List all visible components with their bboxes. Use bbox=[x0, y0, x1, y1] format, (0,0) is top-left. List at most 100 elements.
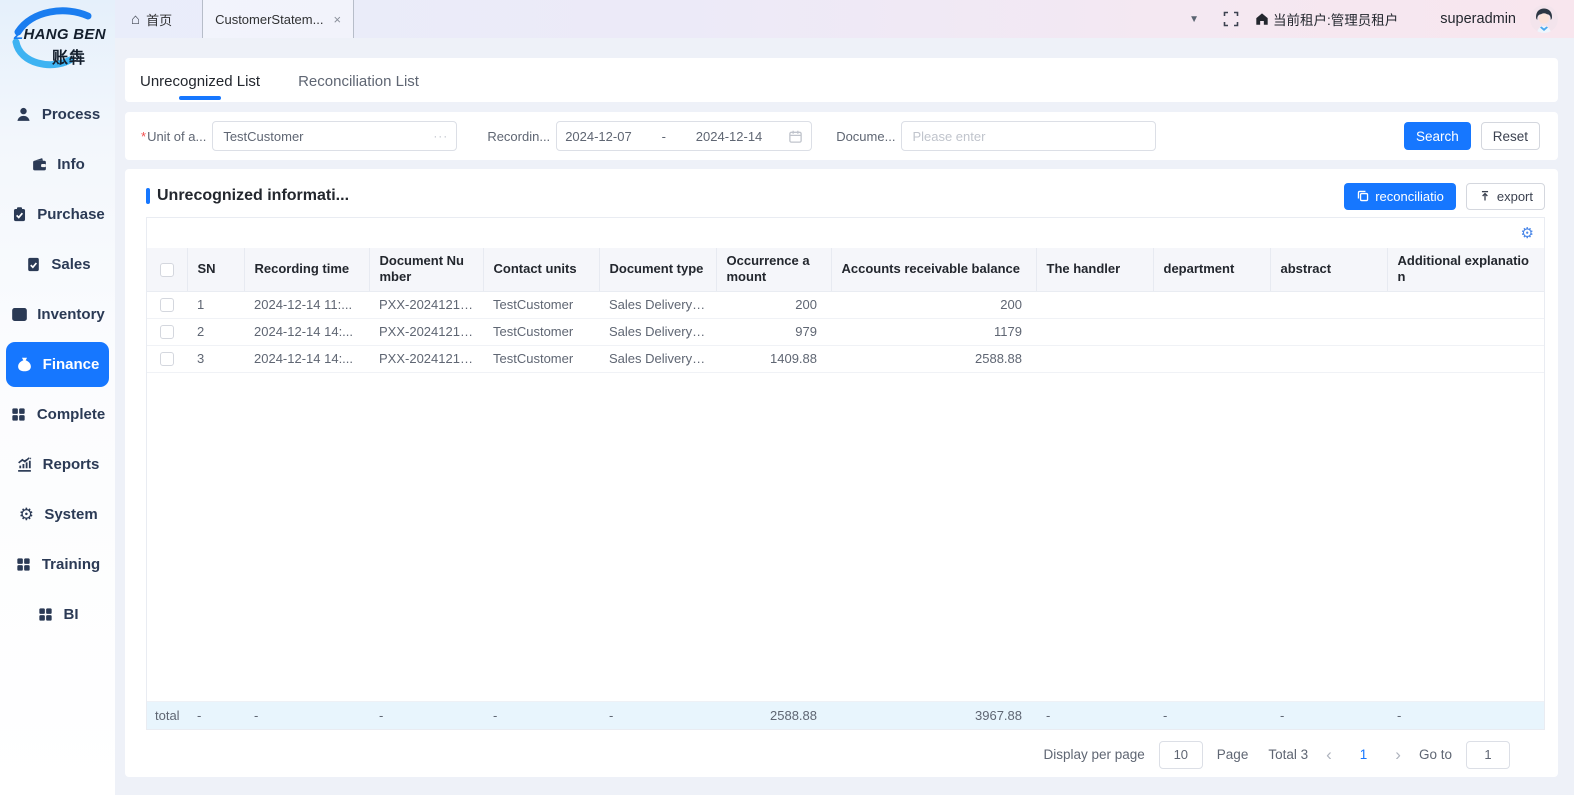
total-sn: - bbox=[187, 701, 244, 729]
cell-additional bbox=[1387, 345, 1544, 372]
cell-recording_time: 2024-12-14 14:... bbox=[244, 318, 369, 345]
table-row[interactable]: 22024-12-14 14:...PXX-20241214-...TestCu… bbox=[147, 318, 1544, 345]
sidebar-item-system[interactable]: ⚙System bbox=[6, 492, 109, 537]
cell-handler bbox=[1036, 345, 1153, 372]
sidebar-item-training[interactable]: Training bbox=[6, 542, 109, 587]
cell-abstract bbox=[1270, 345, 1387, 372]
unrecognized-panel: Unrecognized informati... reconciliatio bbox=[125, 169, 1558, 777]
page-size-input[interactable] bbox=[1159, 741, 1203, 769]
date-range-picker[interactable]: 2024-12-07 - 2024-12-14 bbox=[556, 121, 812, 151]
unit-select[interactable]: ··· bbox=[212, 121, 457, 151]
sidebar-item-label: Sales bbox=[51, 256, 90, 273]
recording-filter-label: Recordin... bbox=[487, 129, 550, 144]
username[interactable]: superadmin bbox=[1440, 11, 1516, 27]
column-header: department bbox=[1153, 248, 1270, 291]
sidebar-item-reports[interactable]: Reports bbox=[6, 442, 109, 487]
table-settings-gear-icon[interactable]: ⚙ bbox=[1521, 226, 1534, 241]
ellipsis-icon[interactable]: ··· bbox=[433, 129, 448, 143]
sidebar-item-purchase[interactable]: Purchase bbox=[6, 192, 109, 237]
row-select-cell bbox=[147, 345, 187, 372]
total-handler: - bbox=[1036, 701, 1153, 729]
cell-contact_units: TestCustomer bbox=[483, 318, 599, 345]
total-label: total bbox=[147, 701, 187, 729]
cell-recording_time: 2024-12-14 14:... bbox=[244, 345, 369, 372]
cell-handler bbox=[1036, 318, 1153, 345]
total-row: total-----2588.883967.88---- bbox=[147, 701, 1544, 730]
select-all-checkbox[interactable] bbox=[160, 263, 174, 277]
cell-occurrence_amount: 200 bbox=[716, 291, 831, 318]
cell-department bbox=[1153, 318, 1270, 345]
row-checkbox[interactable] bbox=[160, 325, 174, 339]
sidebar-item-label: BI bbox=[64, 606, 79, 623]
document-filter-label: Docume... bbox=[836, 129, 895, 144]
gear-icon: ⚙ bbox=[17, 506, 35, 524]
grid-icon bbox=[10, 406, 28, 424]
total-contact_units: - bbox=[483, 701, 599, 729]
column-header: abstract bbox=[1270, 248, 1387, 291]
export-icon bbox=[1478, 189, 1492, 203]
chevron-down-icon[interactable]: ▼ bbox=[1189, 14, 1199, 25]
row-checkbox[interactable] bbox=[160, 352, 174, 366]
row-checkbox[interactable] bbox=[160, 298, 174, 312]
total-occurrence_amount: 2588.88 bbox=[716, 701, 831, 729]
sidebar-item-finance[interactable]: Finance bbox=[6, 342, 109, 387]
cell-department bbox=[1153, 345, 1270, 372]
sidebar-item-sales[interactable]: Sales bbox=[6, 242, 109, 287]
column-header: Occurrence amount bbox=[716, 248, 831, 291]
cell-document_number: PXX-20241214-... bbox=[369, 345, 483, 372]
date-from[interactable]: 2024-12-07 bbox=[565, 129, 632, 144]
sidebar-item-inventory[interactable]: Inventory bbox=[6, 292, 109, 337]
avatar[interactable] bbox=[1530, 5, 1558, 33]
cell-abstract bbox=[1270, 318, 1387, 345]
search-button[interactable]: Search bbox=[1404, 122, 1471, 150]
topbar-right: ▼ 当前租户:管理员租户 superadmin bbox=[1189, 5, 1574, 33]
display-per-page-label: Display per page bbox=[1043, 747, 1144, 762]
unit-input[interactable] bbox=[221, 128, 433, 145]
page-label: Page bbox=[1217, 747, 1249, 762]
logo-text-cn: 账犇 bbox=[52, 44, 86, 68]
cell-document_type: Sales Delivery List bbox=[599, 291, 716, 318]
breadcrumb-home[interactable]: ⌂ 首页 bbox=[131, 10, 172, 29]
tab-unrecognized-list[interactable]: Unrecognized List bbox=[140, 73, 260, 102]
open-tab-label: CustomerStatem... bbox=[215, 12, 323, 27]
date-to[interactable]: 2024-12-14 bbox=[696, 129, 763, 144]
column-header: Accounts receivable balance bbox=[831, 248, 1036, 291]
cell-document_type: Sales Delivery List bbox=[599, 345, 716, 372]
cell-balance: 2588.88 bbox=[831, 345, 1036, 372]
reset-button[interactable]: Reset bbox=[1481, 122, 1540, 150]
total-count-label: Total 3 bbox=[1268, 747, 1308, 762]
goto-page-input[interactable] bbox=[1466, 741, 1510, 769]
prev-page-icon[interactable]: ‹ bbox=[1322, 745, 1336, 765]
sidebar-item-process[interactable]: Process bbox=[6, 92, 109, 137]
current-page[interactable]: 1 bbox=[1350, 747, 1378, 762]
sidebar-item-bi[interactable]: BI bbox=[6, 592, 109, 637]
required-asterisk: * bbox=[141, 129, 146, 144]
sidebar-item-label: Training bbox=[42, 556, 100, 573]
tenant-label: 当前租户:管理员租户 bbox=[1273, 9, 1398, 29]
table-row[interactable]: 32024-12-14 14:...PXX-20241214-...TestCu… bbox=[147, 345, 1544, 372]
chart-frame-icon bbox=[10, 306, 28, 324]
money-bag-icon bbox=[16, 356, 34, 374]
unit-filter-label: *Unit of a... bbox=[141, 129, 206, 144]
cell-department bbox=[1153, 291, 1270, 318]
column-header: Recording time bbox=[244, 248, 369, 291]
sidebar: ZHANG BEN 账犇 ProcessInfoPurchaseSalesInv… bbox=[0, 0, 115, 795]
export-button[interactable]: export bbox=[1466, 183, 1545, 210]
close-icon[interactable]: × bbox=[333, 12, 341, 27]
wallet-icon bbox=[30, 156, 48, 174]
unrecognized-table: SNRecording timeDocument NumberContact u… bbox=[147, 248, 1544, 373]
sidebar-item-complete[interactable]: Complete bbox=[6, 392, 109, 437]
sidebar-item-info[interactable]: Info bbox=[6, 142, 109, 187]
total-document_type: - bbox=[599, 701, 716, 729]
next-page-icon[interactable]: › bbox=[1391, 745, 1405, 765]
fullscreen-icon[interactable] bbox=[1223, 11, 1239, 27]
tab-reconciliation-list[interactable]: Reconciliation List bbox=[298, 73, 419, 102]
column-header: Additional explanation bbox=[1387, 248, 1544, 291]
tab-label: Reconciliation List bbox=[298, 73, 419, 90]
open-tab-customer-statement[interactable]: CustomerStatem... × bbox=[202, 0, 354, 38]
cell-sn: 3 bbox=[187, 345, 244, 372]
reconciliation-button[interactable]: reconciliatio bbox=[1344, 183, 1456, 210]
document-input[interactable] bbox=[910, 128, 1147, 145]
table-row[interactable]: 12024-12-14 11:...PXX-20241214-...TestCu… bbox=[147, 291, 1544, 318]
cell-balance: 1179 bbox=[831, 318, 1036, 345]
